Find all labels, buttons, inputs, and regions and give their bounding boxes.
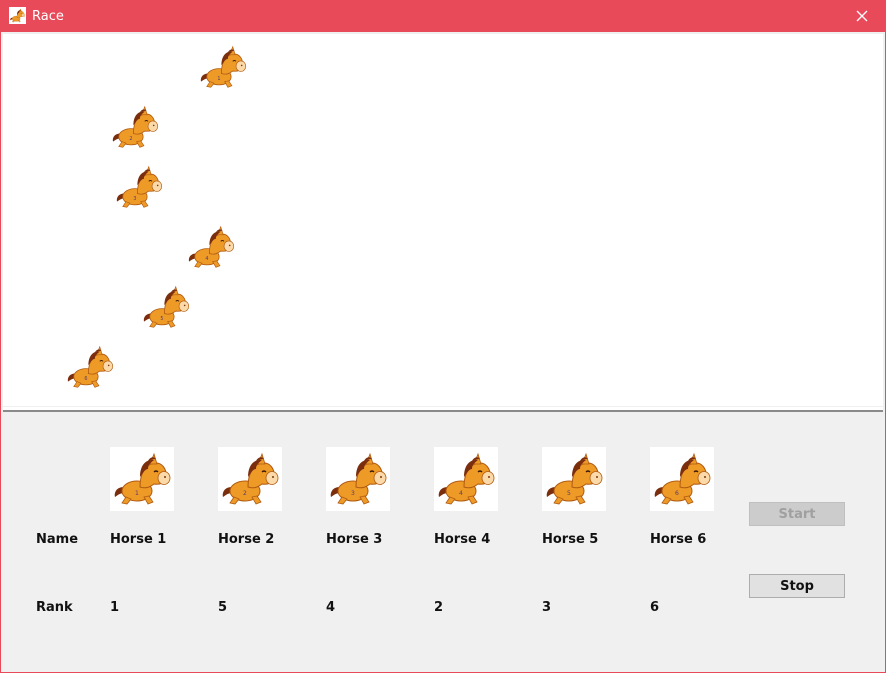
svg-text:5: 5 xyxy=(160,316,163,322)
svg-text:2: 2 xyxy=(243,490,247,497)
horse-rank-4: 2 xyxy=(434,600,444,615)
horse-thumbnail-6: 6 xyxy=(650,447,714,511)
svg-text:3: 3 xyxy=(133,196,136,202)
svg-text:5: 5 xyxy=(567,490,571,497)
race-horse-2: 2 xyxy=(109,101,161,153)
horse-name-1: Horse 1 xyxy=(110,532,167,547)
stop-button[interactable]: Stop xyxy=(749,574,845,598)
rank-row-label: Rank xyxy=(36,600,73,615)
horse-thumbnail-2: 2 xyxy=(218,447,282,511)
horse-name-4: Horse 4 xyxy=(434,532,491,547)
horse-name-2: Horse 2 xyxy=(218,532,275,547)
name-row-label: Name xyxy=(36,532,79,547)
race-window: Race 1 2 3 4 5 6 1 2 3 4 5 6 Name Horse … xyxy=(0,0,886,673)
svg-text:4: 4 xyxy=(459,490,463,497)
window-title: Race xyxy=(32,9,64,24)
svg-text:1: 1 xyxy=(217,76,220,82)
horse-rank-3: 4 xyxy=(326,600,336,615)
horse-thumbnail-1: 1 xyxy=(110,447,174,511)
horse-thumbnail-4: 4 xyxy=(434,447,498,511)
race-horse-1: 1 xyxy=(197,41,249,93)
results-panel: 1 2 3 4 5 6 Name Horse 1 Horse 2 Horse 3… xyxy=(3,412,883,670)
race-horse-5: 5 xyxy=(140,281,192,333)
race-horse-4: 4 xyxy=(185,221,237,273)
race-horse-6: 6 xyxy=(64,341,116,393)
horse-rank-2: 5 xyxy=(218,600,228,615)
svg-text:3: 3 xyxy=(351,490,355,497)
svg-text:6: 6 xyxy=(675,490,679,497)
race-horse-3: 3 xyxy=(113,161,165,213)
horse-rank-6: 6 xyxy=(650,600,660,615)
svg-text:4: 4 xyxy=(205,256,208,262)
title-bar[interactable]: Race xyxy=(1,1,885,32)
svg-text:1: 1 xyxy=(135,490,139,497)
race-track: 1 2 3 4 5 6 xyxy=(3,34,883,406)
horse-name-6: Horse 6 xyxy=(650,532,707,547)
horse-name-5: Horse 5 xyxy=(542,532,599,547)
horse-thumbnail-3: 3 xyxy=(326,447,390,511)
horse-rank-1: 1 xyxy=(110,600,120,615)
svg-text:6: 6 xyxy=(84,376,87,382)
horse-rank-5: 3 xyxy=(542,600,552,615)
close-button[interactable] xyxy=(839,1,885,32)
horse-thumbnail-5: 5 xyxy=(542,447,606,511)
horse-icon xyxy=(9,7,26,24)
close-icon xyxy=(856,10,868,22)
svg-text:2: 2 xyxy=(129,136,132,142)
horse-name-3: Horse 3 xyxy=(326,532,383,547)
start-button[interactable]: Start xyxy=(749,502,845,526)
